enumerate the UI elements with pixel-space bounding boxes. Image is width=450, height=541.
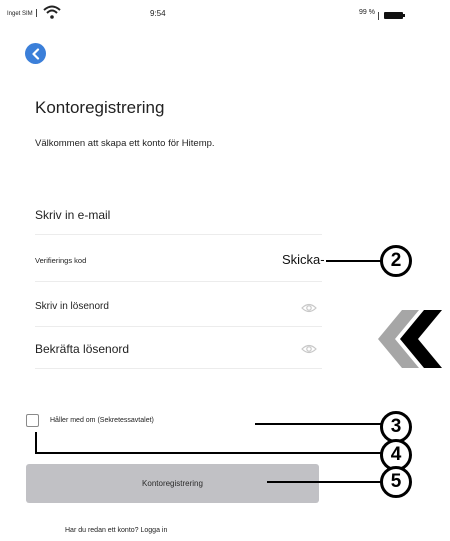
double-chevron-left-icon [378,310,442,368]
callout-line-4 [35,432,381,454]
callout-marker-2: 2 [380,245,412,277]
callout-marker-5: 5 [380,466,412,498]
